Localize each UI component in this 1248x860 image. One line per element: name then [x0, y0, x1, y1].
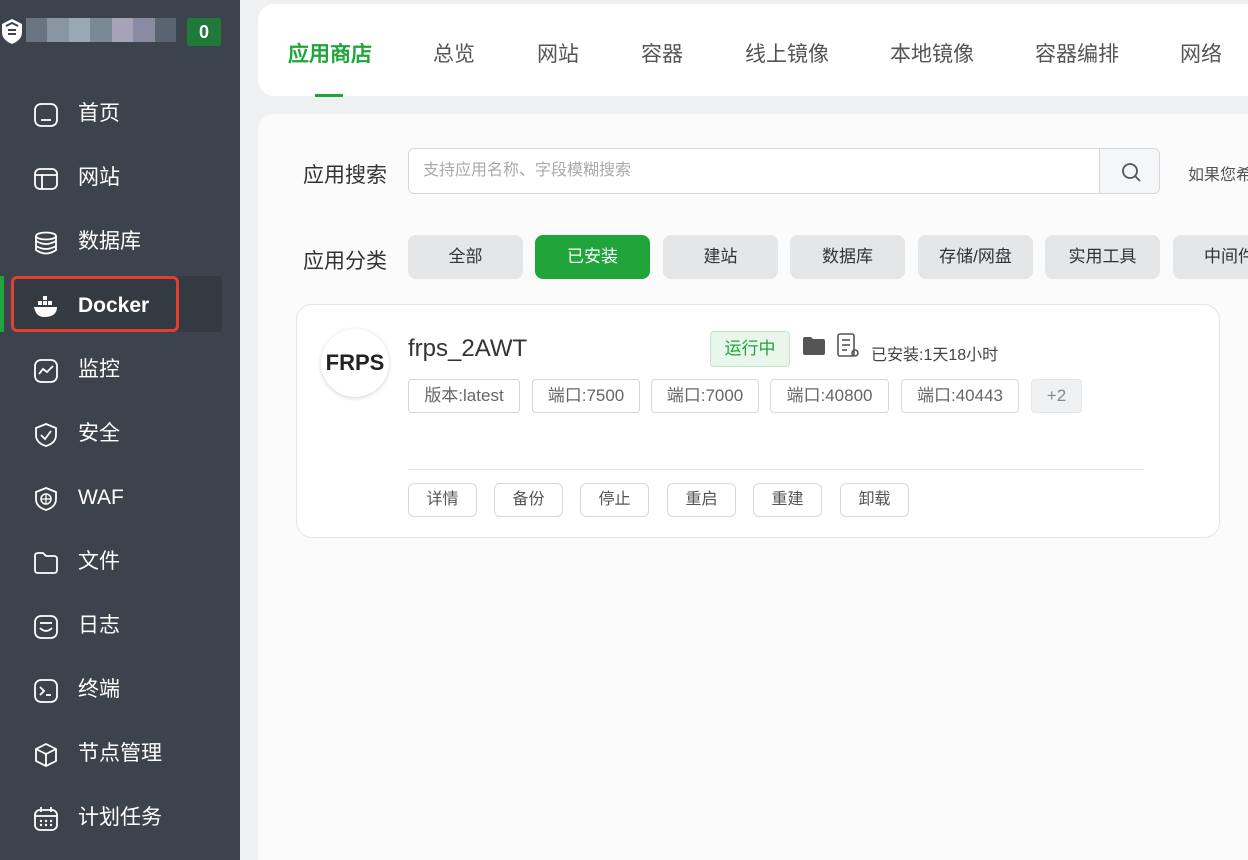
sidebar-header: 0 — [0, 0, 240, 70]
top-tabs: 应用商店 总览 网站 容器 线上镜像 本地镜像 容器编排 网络 — [258, 4, 1248, 97]
category-site-building[interactable]: 建站 — [663, 235, 778, 279]
logo-icon — [2, 19, 22, 44]
sidebar: 0 首页 网站 数据库 Docker 监控 安全 WAF 文件 日志 终端 节点… — [0, 0, 240, 860]
home-icon — [34, 103, 58, 127]
tab-containers[interactable]: 容器 — [641, 38, 683, 68]
category-installed[interactable]: 已安装 — [535, 235, 650, 279]
log-file-icon[interactable] — [837, 333, 859, 359]
tab-websites[interactable]: 网站 — [537, 38, 579, 68]
search-label: 应用搜索 — [303, 164, 387, 187]
backup-button[interactable]: 备份 — [494, 483, 563, 517]
calendar-icon — [34, 807, 58, 831]
sidebar-item-label: WAF — [78, 486, 124, 509]
app-logo[interactable]: FRPS — [321, 329, 389, 397]
sidebar-item-label: 安全 — [78, 422, 120, 445]
port-tag[interactable]: 端口:40443 — [901, 379, 1019, 413]
uninstall-button[interactable]: 卸载 — [840, 483, 909, 517]
sidebar-item-label: 首页 — [78, 102, 120, 125]
sidebar-item-label: 数据库 — [78, 230, 141, 253]
search-input[interactable] — [408, 148, 1100, 194]
log-icon — [34, 615, 58, 639]
waf-icon — [35, 487, 57, 511]
status-badge: 运行中 — [710, 331, 790, 367]
docker-highlight-box — [11, 276, 179, 332]
tab-online-images[interactable]: 线上镜像 — [745, 38, 829, 68]
sidebar-item-label: 终端 — [78, 678, 120, 701]
restart-button[interactable]: 重启 — [667, 483, 736, 517]
terminal-icon — [34, 679, 58, 703]
tab-local-images[interactable]: 本地镜像 — [890, 38, 974, 68]
sidebar-item-terminal[interactable]: 终端 — [12, 660, 222, 716]
folder-icon — [34, 552, 58, 574]
folder-icon[interactable] — [803, 337, 825, 355]
sidebar-item-home[interactable]: 首页 — [12, 84, 222, 140]
installed-duration: 已安装:1天18小时 — [871, 347, 999, 364]
sidebar-item-files[interactable]: 文件 — [12, 532, 222, 588]
sidebar-item-label: 计划任务 — [78, 806, 162, 829]
category-tools[interactable]: 实用工具 — [1045, 235, 1160, 279]
sidebar-item-label: 文件 — [78, 550, 120, 573]
app-card: FRPS frps_2AWT 运行中 已安装:1天18小时 版本:latest … — [296, 304, 1220, 538]
sidebar-item-waf[interactable]: WAF — [12, 468, 222, 524]
active-tab-underline — [315, 94, 343, 97]
database-icon — [35, 231, 57, 255]
more-ports-tag[interactable]: +2 — [1031, 379, 1082, 413]
rebuild-button[interactable]: 重建 — [753, 483, 822, 517]
sidebar-item-label: 监控 — [78, 358, 120, 381]
sidebar-item-logs[interactable]: 日志 — [12, 596, 222, 652]
account-name-blurred[interactable] — [26, 18, 176, 42]
category-storage[interactable]: 存储/网盘 — [918, 235, 1033, 279]
sidebar-item-monitor[interactable]: 监控 — [12, 340, 222, 396]
shield-icon — [35, 423, 57, 447]
tab-network[interactable]: 网络 — [1180, 38, 1222, 68]
monitor-icon — [34, 359, 58, 383]
card-divider — [408, 469, 1144, 470]
website-icon — [34, 168, 58, 190]
category-database[interactable]: 数据库 — [790, 235, 905, 279]
sidebar-item-database[interactable]: 数据库 — [12, 212, 222, 268]
tab-compose[interactable]: 容器编排 — [1035, 38, 1119, 68]
sidebar-item-website[interactable]: 网站 — [12, 148, 222, 204]
active-indicator — [0, 276, 4, 332]
details-button[interactable]: 详情 — [408, 483, 477, 517]
port-tag[interactable]: 端口:40800 — [770, 379, 889, 413]
main-panel: 应用搜索 如果您希 应用分类 全部 已安装 建站 数据库 存储/网盘 实用工具 … — [258, 114, 1248, 860]
message-count-badge[interactable]: 0 — [187, 18, 221, 46]
app-name: frps_2AWT — [408, 335, 528, 362]
version-tag: 版本:latest — [408, 379, 520, 413]
tab-overview[interactable]: 总览 — [433, 38, 475, 68]
search-icon — [1122, 163, 1141, 182]
tab-app-store[interactable]: 应用商店 — [288, 38, 372, 68]
stop-button[interactable]: 停止 — [580, 483, 649, 517]
port-tag[interactable]: 端口:7500 — [532, 379, 640, 413]
sidebar-item-nodes[interactable]: 节点管理 — [12, 724, 222, 780]
sidebar-item-label: 节点管理 — [78, 742, 162, 765]
category-label: 应用分类 — [303, 250, 387, 273]
sidebar-item-cron[interactable]: 计划任务 — [12, 788, 222, 844]
category-middleware[interactable]: 中间件 — [1173, 235, 1248, 279]
port-tag[interactable]: 端口:7000 — [651, 379, 759, 413]
sidebar-item-label: 网站 — [78, 166, 120, 189]
category-all[interactable]: 全部 — [408, 235, 523, 279]
search-hint-text: 如果您希 — [1188, 167, 1248, 184]
search-button[interactable] — [1099, 148, 1160, 194]
cube-icon — [35, 742, 57, 768]
sidebar-item-security[interactable]: 安全 — [12, 404, 222, 460]
sidebar-item-label: 日志 — [78, 614, 120, 637]
